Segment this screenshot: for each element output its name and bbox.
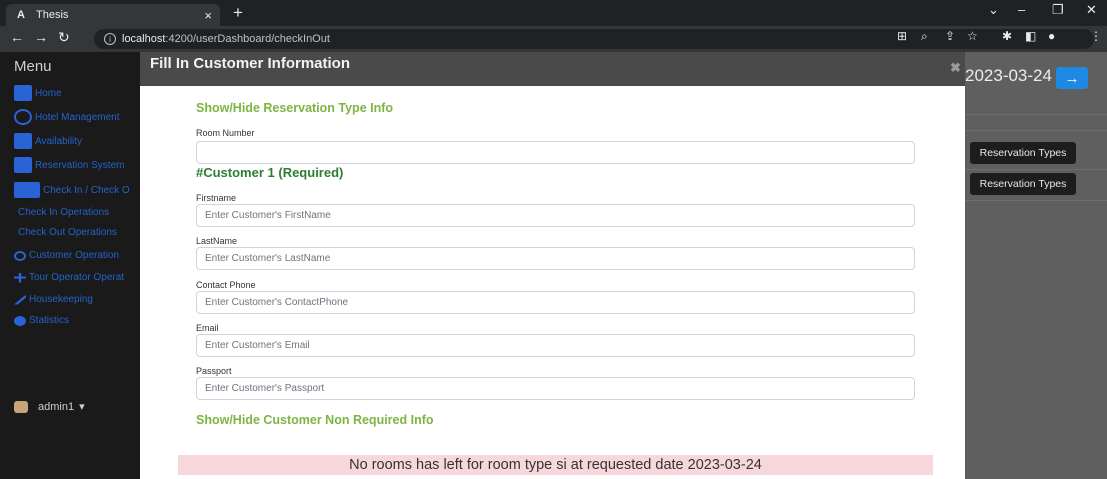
maximize-icon[interactable]: ❐ [1052,2,1064,18]
divider [965,130,1107,131]
check-in-icon [14,182,40,198]
sidebar-item-check-out-operations[interactable]: Check Out Operations [18,227,117,238]
browser-tab[interactable]: A Thesis × [6,4,220,26]
dashboard-icon [14,109,32,125]
forward-icon[interactable]: → [34,29,48,45]
users-icon [14,250,26,261]
user-avatar-icon [14,400,28,413]
contact-phone-input[interactable]: Enter Customer's ContactPhone [196,291,915,314]
sidebar-item-reservation-system[interactable]: Reservation System [14,157,124,173]
reservation-types-button[interactable]: Reservation Types [970,173,1076,195]
user-name: admin1 [38,400,75,413]
user-caret-icon: ▾ [79,401,85,413]
calendar-icon [14,157,32,173]
next-date-button[interactable]: → [1056,67,1088,89]
lastname-input[interactable]: Enter Customer's LastName [196,247,915,270]
modal-title: Fill In Customer Information [150,55,351,72]
window-close-icon[interactable]: ✕ [1086,2,1097,18]
back-icon[interactable]: ← [10,29,24,45]
reservation-types-button[interactable]: Reservation Types [970,142,1076,164]
firstname-input[interactable]: Enter Customer's FirstName [196,204,915,227]
toggle-non-required-info-link[interactable]: Show/Hide Customer Non Required Info [196,413,434,427]
extensions-icon[interactable]: ✱ [1002,29,1012,43]
divider [965,114,1107,115]
passport-label: Passport [196,366,232,376]
minimize-icon[interactable]: – [1018,2,1025,17]
tab-close-icon[interactable]: × [204,8,212,23]
bookmark-star-icon[interactable]: ☆ [967,29,978,43]
sidebar-item-tour-operator[interactable]: Tour Operator Operat [14,272,124,283]
room-number-label: Room Number [196,128,255,138]
url-field[interactable]: i localhost:4200/userDashboard/checkInOu… [94,29,1094,49]
menu-title: Menu [14,58,52,75]
reload-icon[interactable]: ↻ [58,29,70,46]
home-icon [14,85,32,101]
url-path: :4200/userDashboard/checkInOut [165,33,330,45]
pie-chart-icon [14,315,26,326]
user-menu[interactable]: admin1 ▾ [14,400,85,413]
browser-tab-bar: A Thesis × + ⌄ – ❐ ✕ [0,0,1107,26]
tab-favicon-icon: A [17,9,25,21]
sidebar-item-home[interactable]: Home [14,85,62,101]
sidebar-item-check-in-operations[interactable]: Check In Operations [18,207,109,218]
share-icon[interactable]: ⇪ [945,29,955,43]
plane-icon [14,272,26,283]
tab-title: Thesis [36,9,69,21]
broom-icon [14,294,26,305]
sidebar-item-hotel-management[interactable]: Hotel Management [14,109,120,125]
translate-icon[interactable]: ⊞ [897,29,907,43]
sidebar-item-check-in-out[interactable]: Check In / Check O [14,182,130,198]
side-panel-icon[interactable]: ◧ [1025,29,1036,43]
customer-heading: #Customer 1 (Required) [196,165,344,180]
address-bar: ← → ↻ i localhost:4200/userDashboard/che… [0,26,1107,52]
passport-input[interactable]: Enter Customer's Passport [196,377,915,400]
site-info-icon[interactable]: i [104,33,116,45]
no-rooms-alert: No rooms has left for room type si at re… [178,455,933,475]
room-number-input[interactable] [196,141,915,164]
email-input[interactable]: Enter Customer's Email [196,334,915,357]
contact-phone-label: Contact Phone [196,280,256,290]
browser-menu-icon[interactable]: ⋮ [1090,29,1102,43]
tab-search-icon[interactable]: ⌄ [988,2,999,18]
zoom-icon[interactable]: ⌕ [921,29,928,44]
url-host: localhost [122,33,166,45]
toggle-reservation-info-link[interactable]: Show/Hide Reservation Type Info [196,101,393,115]
firstname-label: Firstname [196,193,237,203]
modal-close-icon[interactable]: ✖ [950,60,961,76]
sidebar-item-statistics[interactable]: Statistics [14,315,69,326]
profile-icon[interactable]: ● [1048,29,1055,43]
email-label: Email [196,323,219,333]
current-date: 2023-03-24 [965,66,1052,85]
sidebar-item-customer-operations[interactable]: Customer Operation [14,250,119,261]
divider [965,200,1107,201]
divider [965,169,1107,170]
sidebar-item-housekeeping[interactable]: Housekeeping [14,294,93,305]
lastname-label: LastName [196,236,238,246]
sidebar-item-availability[interactable]: Availability [14,133,82,149]
new-tab-icon[interactable]: + [233,3,243,23]
table-icon [14,133,32,149]
